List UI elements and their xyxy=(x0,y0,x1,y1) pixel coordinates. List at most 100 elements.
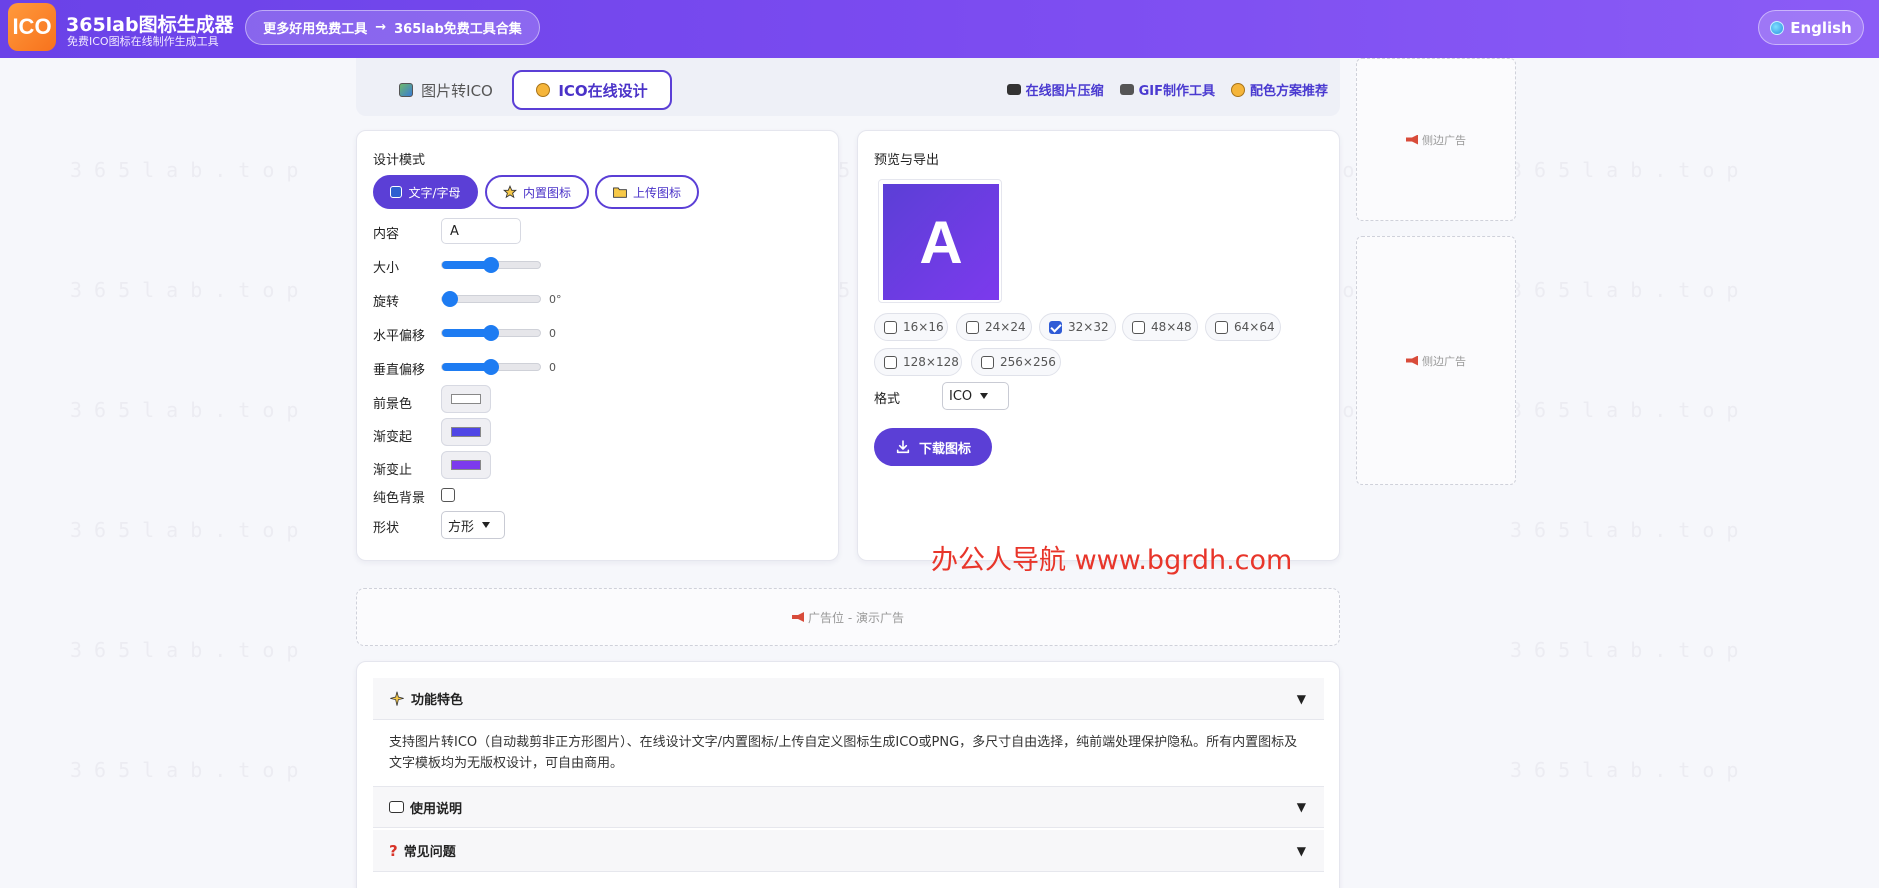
size-option-label: 16×16 xyxy=(903,320,944,334)
size-option-32[interactable]: 32×32 xyxy=(1039,313,1116,341)
slider-knob[interactable] xyxy=(442,291,458,307)
side-ad-top[interactable]: 侧边广告 xyxy=(1356,58,1516,221)
size-checkbox[interactable] xyxy=(884,355,897,369)
info-accordion: 功能特色 ▼ 支持图片转ICO（自动裁剪非正方形图片）、在线设计文字/内置图标/… xyxy=(356,661,1340,888)
watermark-text: 365lab.top xyxy=(1510,638,1751,662)
slider-knob[interactable] xyxy=(483,257,499,273)
arrow-right-icon: → xyxy=(375,20,387,35)
icon-preview: A xyxy=(883,184,999,300)
mode-text-label: 文字/字母 xyxy=(408,185,461,200)
watermark-text: 365lab.top xyxy=(70,518,311,542)
more-tools-button[interactable]: 更多好用免费工具 → 365lab免费工具合集 xyxy=(245,10,540,45)
watermark-text: 365lab.top xyxy=(70,398,311,422)
palette-icon xyxy=(1230,82,1245,97)
picture-icon xyxy=(399,83,414,97)
watermark-text: 365lab.top xyxy=(70,158,311,182)
size-option-256[interactable]: 256×256 xyxy=(971,348,1061,376)
mode-upload-icon-button[interactable]: 上传图标 xyxy=(595,175,699,209)
size-checkbox[interactable] xyxy=(1049,320,1062,334)
size-option-64[interactable]: 64×64 xyxy=(1205,313,1281,341)
watermark-text: 365lab.top xyxy=(1510,398,1751,422)
slider-knob[interactable] xyxy=(483,325,499,341)
size-checkbox[interactable] xyxy=(966,320,979,334)
preview-title: 预览与导出 xyxy=(874,153,940,168)
question-icon: ? xyxy=(389,841,398,860)
qa-section-header[interactable]: ? 常见问题 ▼ xyxy=(373,830,1324,872)
solid-background-checkbox[interactable] xyxy=(441,488,455,502)
gradient-end-picker[interactable] xyxy=(441,451,491,479)
sparkles-icon xyxy=(390,691,404,706)
download-label: 下载图标 xyxy=(918,441,971,457)
link-image-compress-label: 在线图片压缩 xyxy=(1025,84,1104,99)
rotate-slider[interactable] xyxy=(441,291,541,307)
size-option-label: 32×32 xyxy=(1068,320,1109,334)
size-option-48[interactable]: 48×48 xyxy=(1122,313,1198,341)
tab-ico-design-label: ICO在线设计 xyxy=(558,81,648,100)
qa-title: 常见问题 xyxy=(403,845,456,860)
size-option-16[interactable]: 16×16 xyxy=(874,313,948,341)
watermark-text: 365lab.top xyxy=(1510,158,1751,182)
bottom-ad-label: 广告位 - 演示广告 xyxy=(808,610,904,625)
app-logo[interactable]: ICO xyxy=(8,3,56,51)
foreground-color-label: 前景色 xyxy=(373,397,413,412)
chevron-down-icon: ▼ xyxy=(1296,800,1306,814)
side-ad-label: 侧边广告 xyxy=(1422,133,1466,147)
watermark-text: 365lab.top xyxy=(1510,518,1751,542)
features-title: 功能特色 xyxy=(411,693,464,708)
side-ad-bottom[interactable]: 侧边广告 xyxy=(1356,236,1516,485)
link-gif-tool[interactable]: GIF制作工具 xyxy=(1119,80,1215,99)
size-checkbox[interactable] xyxy=(1132,320,1145,334)
horizontal-offset-value: 0 xyxy=(549,327,556,340)
size-checkbox[interactable] xyxy=(884,320,897,334)
watermark-text: 365lab.top xyxy=(70,638,311,662)
book-icon xyxy=(389,801,404,813)
format-label: 格式 xyxy=(874,392,901,407)
size-slider[interactable] xyxy=(441,257,541,273)
size-checkbox[interactable] xyxy=(1215,320,1228,334)
link-color-scheme-label: 配色方案推荐 xyxy=(1249,84,1328,99)
horizontal-offset-slider[interactable] xyxy=(441,325,541,341)
vertical-offset-slider[interactable] xyxy=(441,359,541,375)
watermark-text: 365lab.top xyxy=(1510,758,1751,782)
link-color-scheme[interactable]: 配色方案推荐 xyxy=(1230,80,1328,99)
features-section-header[interactable]: 功能特色 ▼ xyxy=(373,678,1324,720)
features-description: 支持图片转ICO（自动裁剪非正方形图片）、在线设计文字/内置图标/上传自定义图标… xyxy=(389,735,1298,771)
language-button[interactable]: English xyxy=(1758,10,1864,45)
film-icon xyxy=(1119,84,1134,95)
mode-builtin-icon-button[interactable]: 内置图标 xyxy=(485,175,589,209)
size-option-128[interactable]: 128×128 xyxy=(874,348,962,376)
tab-image-to-ico[interactable]: 图片转ICO xyxy=(376,70,516,110)
foreground-color-picker[interactable] xyxy=(441,385,491,413)
chevron-down-icon xyxy=(980,393,989,399)
mode-text-button[interactable]: 文字/字母 xyxy=(373,175,478,209)
slider-knob[interactable] xyxy=(483,359,499,375)
usage-section-header[interactable]: 使用说明 ▼ xyxy=(373,786,1324,828)
size-checkbox[interactable] xyxy=(981,355,994,369)
design-panel: 设计模式 文字/字母 内置图标 上传图标 内容 A 大小 旋转 0° 水平偏移 … xyxy=(356,130,839,561)
app-subtitle: 免费ICO图标在线制作生成工具 xyxy=(67,35,219,48)
gradient-end-chip xyxy=(451,460,481,470)
bottom-ad[interactable]: 广告位 - 演示广告 xyxy=(356,588,1340,646)
content-label: 内容 xyxy=(373,227,400,242)
gradient-start-picker[interactable] xyxy=(441,418,491,446)
preview-panel: 预览与导出 A 16×16 24×24 32×32 48×48 64×64 12… xyxy=(857,130,1340,561)
top-header: ICO 365lab图标生成器 免费ICO图标在线制作生成工具 更多好用免费工具… xyxy=(0,0,1879,58)
shape-select[interactable]: 方形 xyxy=(441,511,505,539)
rotate-value: 0° xyxy=(549,293,562,306)
tool-links: 在线图片压缩 GIF制作工具 配色方案推荐 xyxy=(1006,80,1328,99)
size-option-label: 48×48 xyxy=(1151,320,1192,334)
mode-tab-bar: 图片转ICO ICO在线设计 在线图片压缩 GIF制作工具 配色方案推荐 xyxy=(356,58,1340,116)
more-tools-label: 更多好用免费工具 xyxy=(263,22,368,37)
format-select[interactable]: ICO xyxy=(942,382,1009,410)
folder-icon xyxy=(613,187,627,198)
content-input[interactable]: A xyxy=(441,218,521,244)
size-option-24[interactable]: 24×24 xyxy=(956,313,1032,341)
tab-ico-design[interactable]: ICO在线设计 xyxy=(512,70,672,110)
megaphone-icon xyxy=(1406,134,1418,145)
download-button[interactable]: 下载图标 xyxy=(874,428,992,466)
download-icon xyxy=(896,440,910,454)
text-icon xyxy=(390,186,403,198)
gradient-start-label: 渐变起 xyxy=(373,430,413,445)
gradient-start-chip xyxy=(451,427,481,437)
link-image-compress[interactable]: 在线图片压缩 xyxy=(1006,80,1104,99)
